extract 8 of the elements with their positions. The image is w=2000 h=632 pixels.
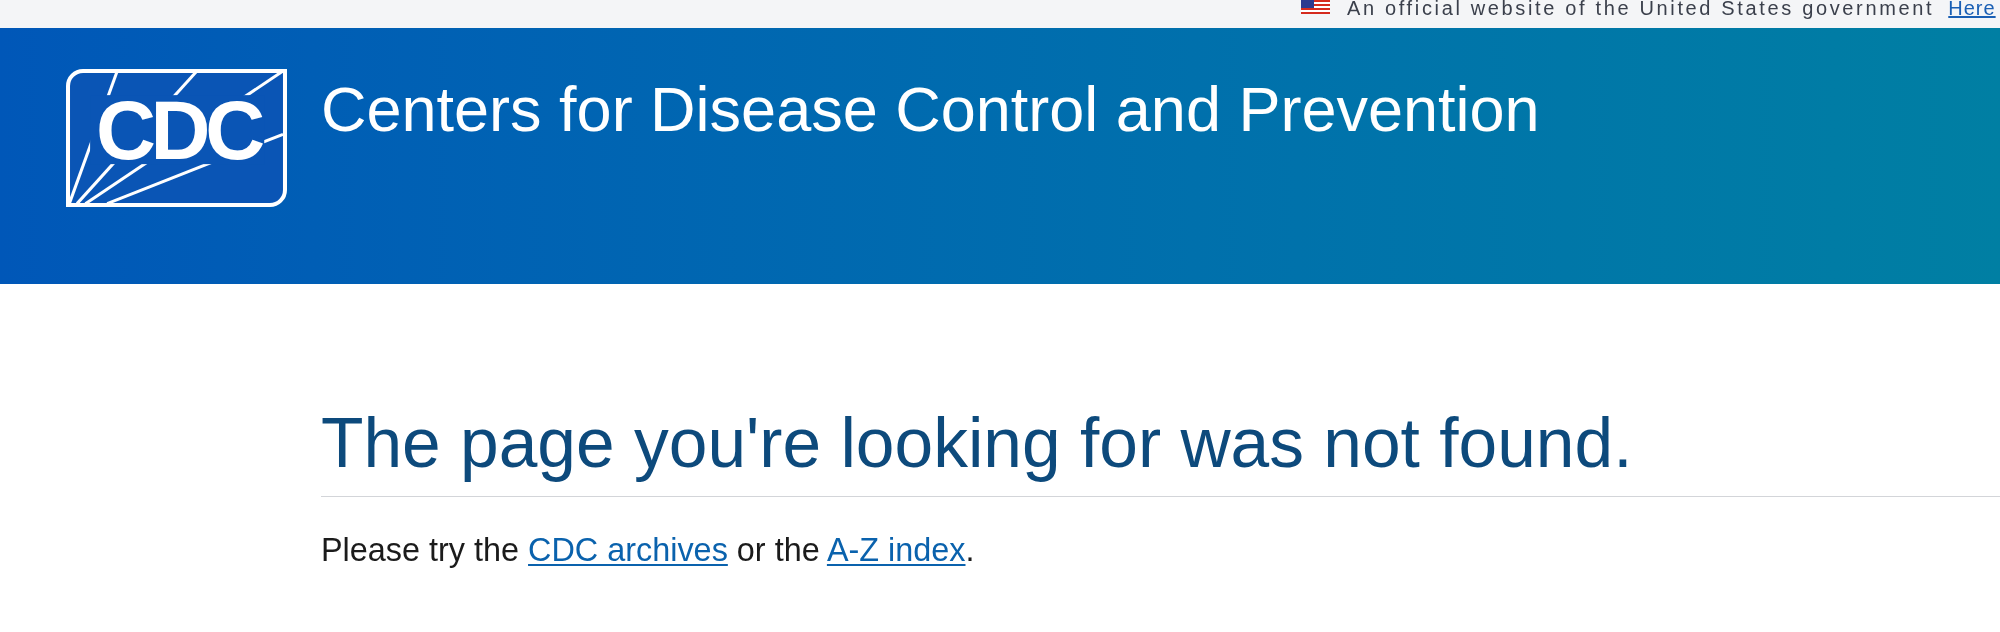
banner-text: An official website of the United States government: [1347, 0, 1935, 18]
here-link[interactable]: Here: [1948, 0, 1996, 18]
error-message: Please try the CDC archives or the A-Z index.: [321, 533, 975, 566]
page-heading: The page you're looking for was not found.: [321, 409, 2000, 497]
logo[interactable]: CDC: [66, 69, 287, 207]
site-title: Centers for Disease Control and Prevention: [321, 78, 1540, 141]
text-link[interactable]: CDC archives: [528, 531, 728, 568]
text-link[interactable]: A-Z index: [826, 531, 966, 568]
